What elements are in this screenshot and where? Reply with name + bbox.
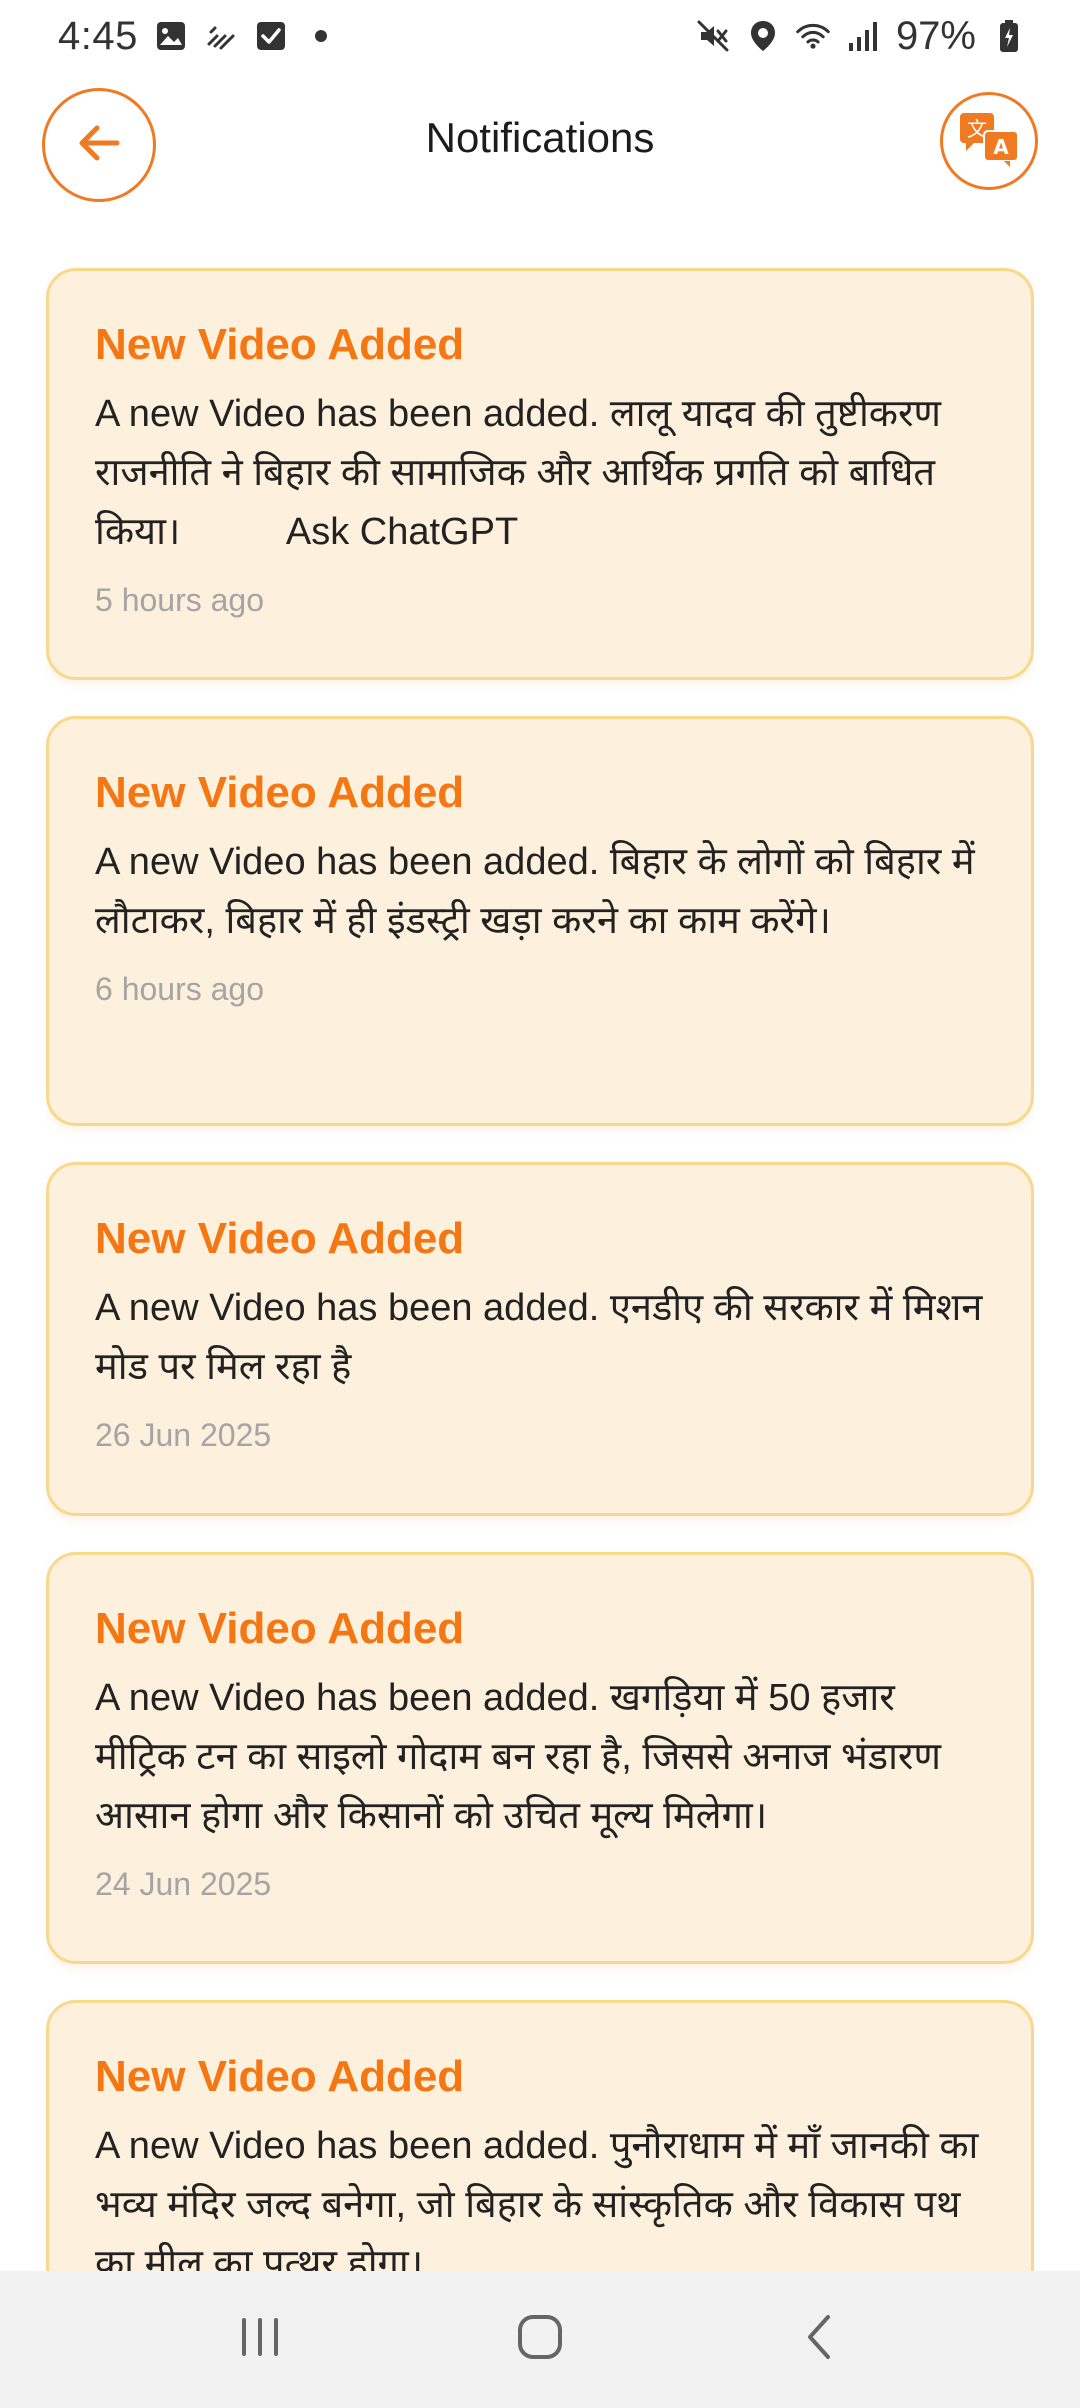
- battery-percent: 97%: [895, 13, 976, 58]
- checkbox-icon: [254, 19, 288, 53]
- translate-icon: 文 A: [958, 111, 1020, 172]
- svg-text:A: A: [993, 135, 1009, 159]
- gallery-icon: [154, 19, 188, 53]
- notification-body: A new Video has been added. खगड़िया में …: [95, 1677, 952, 1837]
- status-time: 4:45: [58, 13, 138, 58]
- dot-icon: [304, 19, 338, 53]
- system-nav-bar: [0, 2271, 1080, 2408]
- back-nav-icon: [795, 2312, 845, 2367]
- notification-title: New Video Added: [95, 1214, 465, 1263]
- notification-card[interactable]: New Video Added A new Video has been add…: [46, 1162, 1034, 1516]
- notification-body: A new Video has been added. लालू यादव की…: [95, 393, 952, 553]
- translate-button[interactable]: 文 A: [940, 92, 1038, 190]
- notification-body: A new Video has been added. पुनौराधाम मे…: [95, 2125, 989, 2271]
- notification-time: 24 Jun 2025: [95, 1866, 272, 1902]
- notification-title: New Video Added: [95, 320, 465, 369]
- status-left: 4:45: [58, 14, 338, 59]
- notification-title: New Video Added: [95, 768, 465, 817]
- notification-time: 5 hours ago: [95, 582, 265, 618]
- notification-time: 26 Jun 2025: [95, 1417, 272, 1453]
- back-nav-button[interactable]: [760, 2290, 880, 2390]
- notification-card[interactable]: New Video Added A new Video has been add…: [46, 2000, 1034, 2271]
- notification-title: New Video Added: [95, 2052, 465, 2101]
- notification-title: New Video Added: [95, 1604, 465, 1653]
- notification-time: 6 hours ago: [95, 971, 265, 1007]
- location-icon: [746, 19, 780, 53]
- notification-body: A new Video has been added. बिहार के लोग…: [95, 841, 986, 942]
- notifications-list[interactable]: New Video Added A new Video has been add…: [46, 268, 1034, 2271]
- status-right: 97%: [696, 14, 1026, 59]
- wifi-icon: [796, 19, 830, 53]
- signal-icon: [846, 19, 880, 53]
- notification-card[interactable]: New Video Added A new Video has been add…: [46, 1552, 1034, 1964]
- recent-apps-icon: [235, 2312, 285, 2367]
- battery-icon: [992, 19, 1026, 53]
- status-bar: 4:45 97%: [0, 0, 1080, 72]
- home-button[interactable]: [480, 2290, 600, 2390]
- recent-apps-button[interactable]: [200, 2290, 320, 2390]
- notification-card[interactable]: New Video Added A new Video has been add…: [46, 268, 1034, 680]
- notification-body: A new Video has been added. एनडीए की सरक…: [95, 1287, 993, 1388]
- header: Notifications 文 A: [0, 84, 1080, 204]
- home-icon: [515, 2312, 565, 2367]
- page-title: Notifications: [425, 114, 655, 161]
- mute-icon: [696, 19, 730, 53]
- missed-call-icon: [204, 19, 238, 53]
- notification-card[interactable]: New Video Added A new Video has been add…: [46, 716, 1034, 1126]
